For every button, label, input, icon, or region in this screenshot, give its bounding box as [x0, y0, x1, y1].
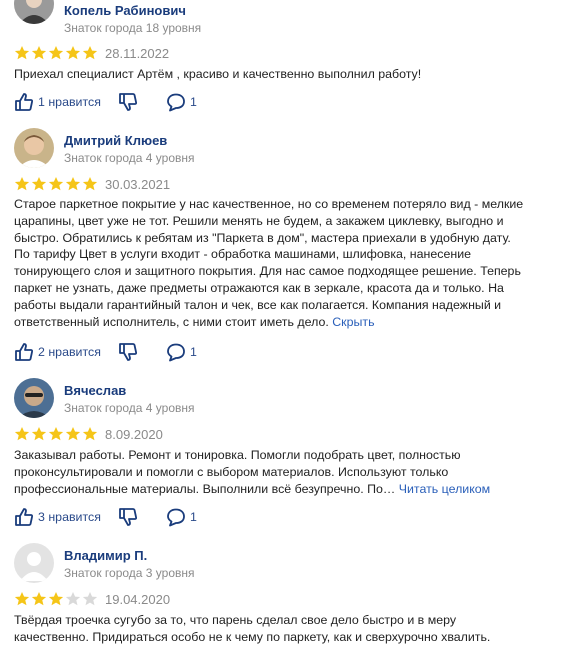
- review-author-level: Знаток города 4 уровня: [64, 151, 195, 165]
- review-text-body: Твёрдая троечка сугубо за то, что парень…: [14, 613, 491, 644]
- star-filled-icon: [82, 176, 98, 191]
- star-filled-icon: [31, 591, 47, 606]
- comments-button[interactable]: 1: [166, 507, 197, 527]
- review-author-level: Знаток города 18 уровня: [64, 21, 202, 35]
- avatar[interactable]: [14, 0, 54, 24]
- review-text-body: Заказывал работы. Ремонт и тонировка. По…: [14, 448, 461, 496]
- star-filled-icon: [48, 176, 64, 191]
- comment-icon: [167, 343, 185, 362]
- star-filled-icon: [14, 176, 30, 191]
- review-text: Заказывал работы. Ремонт и тонировка. По…: [14, 447, 524, 497]
- review-date: 28.11.2022: [105, 46, 170, 61]
- review-text: Приехал специалист Артём , красиво и кач…: [14, 66, 524, 83]
- review-author-level: Знаток города 3 уровня: [64, 566, 195, 580]
- review-text: Твёрдая троечка сугубо за то, что парень…: [14, 612, 524, 646]
- thumbs-up-icon: [15, 508, 34, 526]
- rating-stars: [14, 45, 98, 61]
- star-filled-icon: [14, 426, 30, 441]
- star-filled-icon: [65, 426, 81, 441]
- comment-count: 1: [190, 345, 197, 359]
- review-actions: 3 нравится 1: [14, 507, 314, 527]
- review-text: Старое паркетное покрытие у нас качестве…: [14, 196, 524, 330]
- avatar[interactable]: [14, 378, 54, 418]
- review-date: 8.09.2020: [105, 427, 163, 442]
- star-filled-icon: [65, 45, 81, 60]
- star-empty-icon: [65, 591, 81, 606]
- review-text-body: Приехал специалист Артём , красиво и кач…: [14, 67, 422, 81]
- like-button[interactable]: 3 нравится: [14, 507, 101, 527]
- review-author[interactable]: Владимир П.: [64, 548, 147, 563]
- comments-button[interactable]: 1: [166, 92, 197, 112]
- like-count: 2 нравится: [38, 345, 101, 359]
- star-filled-icon: [65, 176, 81, 191]
- review-actions: 2 нравится 1: [14, 342, 314, 362]
- avatar[interactable]: [14, 128, 54, 168]
- star-filled-icon: [31, 426, 47, 441]
- comment-count: 1: [190, 510, 197, 524]
- like-count: 3 нравится: [38, 510, 101, 524]
- review-date: 19.04.2020: [105, 592, 171, 607]
- dislike-button[interactable]: [118, 507, 138, 527]
- comments-button[interactable]: 1: [166, 342, 197, 362]
- review-author-level: Знаток города 4 уровня: [64, 401, 195, 415]
- thumbs-down-icon: [119, 508, 138, 526]
- read-more-link[interactable]: Читать целиком: [399, 482, 490, 496]
- review-text-body: Старое паркетное покрытие у нас качестве…: [14, 197, 524, 329]
- review-author[interactable]: Копель Рабинович: [64, 3, 186, 18]
- star-filled-icon: [48, 426, 64, 441]
- star-filled-icon: [14, 45, 30, 60]
- rating-stars: [14, 426, 98, 442]
- review-author[interactable]: Дмитрий Клюев: [64, 133, 167, 148]
- rating-stars: [14, 591, 98, 607]
- star-filled-icon: [82, 45, 98, 60]
- comment-icon: [167, 508, 185, 527]
- thumbs-down-icon: [119, 93, 138, 111]
- comment-count: 1: [190, 95, 197, 109]
- like-button[interactable]: 1 нравится: [14, 92, 101, 112]
- avatar[interactable]: [14, 543, 54, 583]
- thumbs-down-icon: [119, 343, 138, 361]
- review-date: 30.03.2021: [105, 177, 171, 192]
- hide-link[interactable]: Скрыть: [332, 315, 374, 329]
- review-actions: 1 нравится 1: [14, 92, 314, 112]
- dislike-button[interactable]: [118, 92, 138, 112]
- star-empty-icon: [82, 591, 98, 606]
- thumbs-up-icon: [15, 343, 34, 361]
- review-author[interactable]: Вячеслав: [64, 383, 126, 398]
- dislike-button[interactable]: [118, 342, 138, 362]
- star-filled-icon: [31, 176, 47, 191]
- comment-icon: [167, 93, 185, 112]
- star-filled-icon: [82, 426, 98, 441]
- star-filled-icon: [14, 591, 30, 606]
- like-count: 1 нравится: [38, 95, 101, 109]
- star-filled-icon: [48, 45, 64, 60]
- thumbs-up-icon: [15, 93, 34, 111]
- star-filled-icon: [31, 45, 47, 60]
- star-filled-icon: [48, 591, 64, 606]
- like-button[interactable]: 2 нравится: [14, 342, 101, 362]
- rating-stars: [14, 176, 98, 192]
